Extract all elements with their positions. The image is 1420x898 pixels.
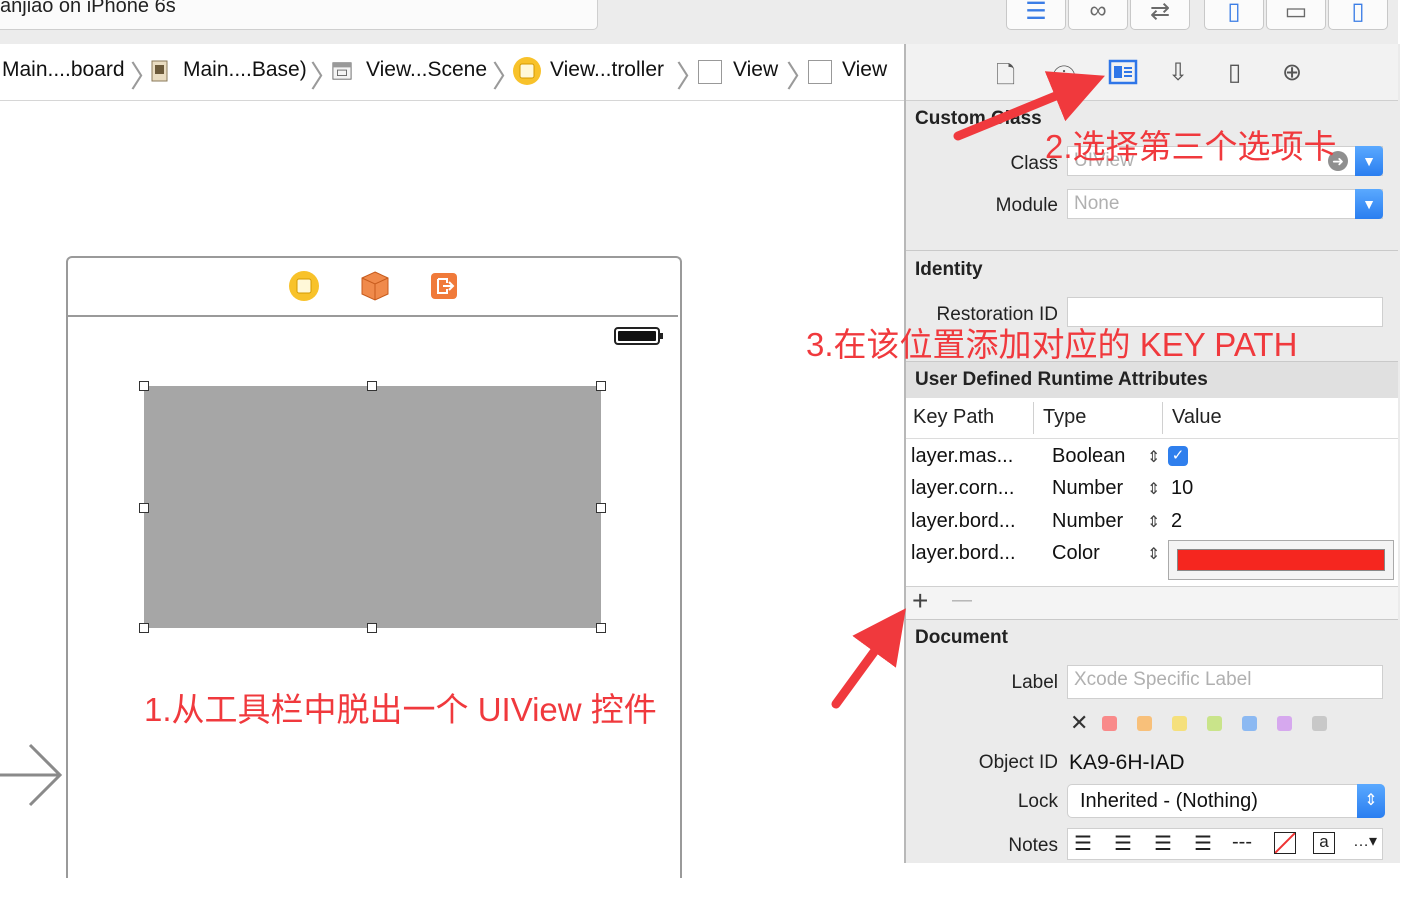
annotation-step2: 2.选择第三个选项卡 bbox=[1045, 128, 1337, 165]
annotation-step1: 1.从工具栏中脱出一个 UIView 控件 bbox=[144, 691, 657, 728]
annotation-step3: 3.在该位置添加对应的 KEY PATH bbox=[806, 326, 1298, 363]
arrow-to-add-button bbox=[831, 608, 906, 709]
